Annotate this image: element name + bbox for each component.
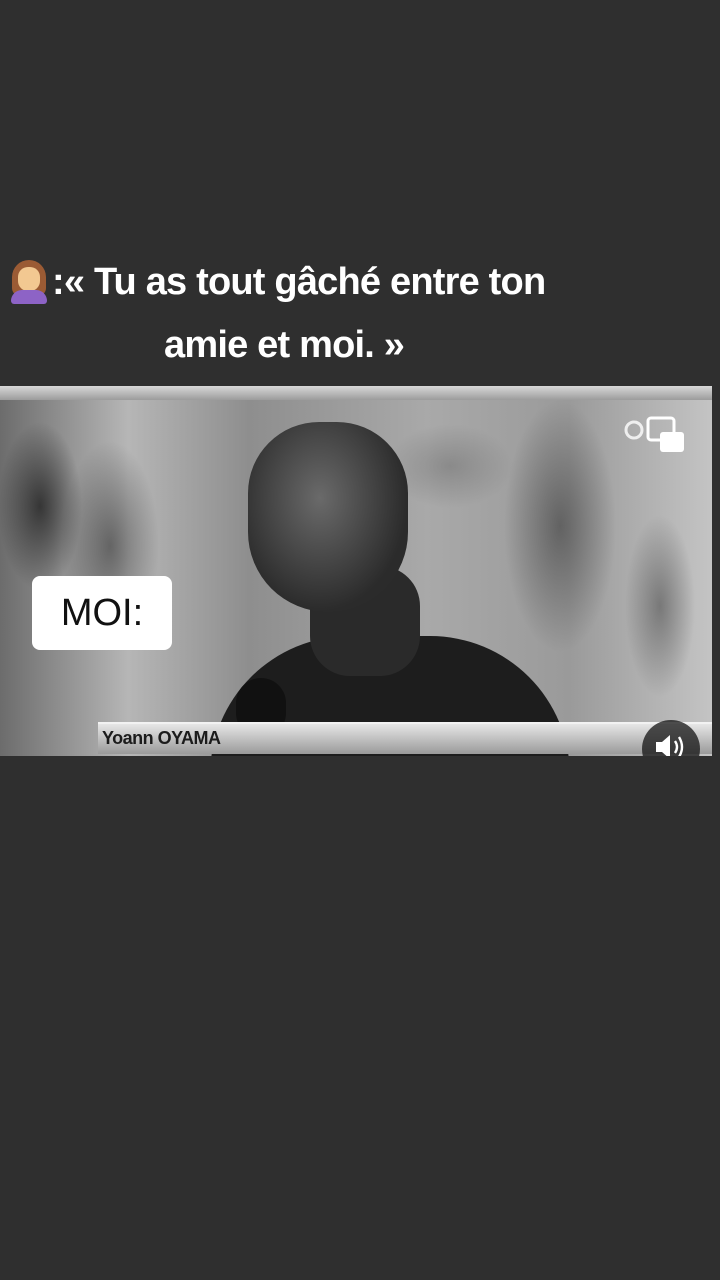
pip-icon: [624, 416, 684, 452]
lower-third-nameplate: Yoann OYAMA: [98, 722, 712, 754]
video-player[interactable]: MOI: Yoann OYAMA: [0, 386, 712, 756]
wall-ledge: [0, 386, 712, 400]
speaker-icon: [656, 735, 684, 756]
caption-line-2: amie et moi. »: [164, 324, 405, 366]
caption-line-1: :« Tu as tout gâché entre ton: [8, 258, 546, 306]
nameplate-text: Yoann OYAMA: [102, 728, 221, 748]
woman-emoji-icon: [8, 258, 50, 306]
caption-text-1: :« Tu as tout gâché entre ton: [52, 260, 546, 303]
overlay-label: MOI:: [32, 576, 172, 650]
person-figure: [210, 416, 570, 756]
